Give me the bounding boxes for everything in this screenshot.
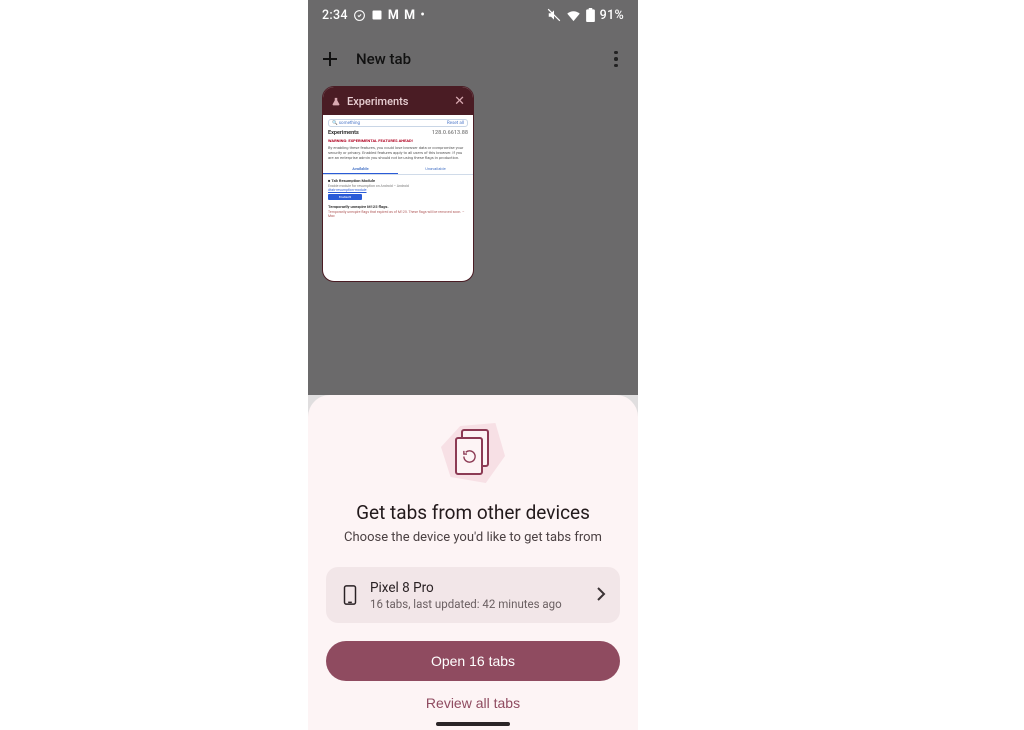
tab-thumbnail: 🔍 something Reset all Experiments 128.0.… <box>323 115 473 222</box>
flask-icon <box>331 92 341 111</box>
review-tabs-button[interactable]: Review all tabs <box>426 695 520 711</box>
tab-title: Experiments <box>347 95 448 108</box>
chevron-right-icon <box>596 586 606 605</box>
restore-tabs-illustration <box>441 423 505 483</box>
status-clock-icon <box>353 9 366 22</box>
new-tab-icon[interactable] <box>318 47 342 71</box>
status-battery-pct: 91% <box>600 8 624 23</box>
more-menu-icon[interactable] <box>604 51 628 68</box>
device-row[interactable]: Pixel 8 Pro 16 tabs, last updated: 42 mi… <box>326 567 620 623</box>
status-gmail-icon: M <box>388 8 399 23</box>
restore-icon <box>462 449 477 464</box>
status-time: 2:34 <box>322 8 348 23</box>
status-wifi-icon <box>566 8 581 23</box>
device-meta: 16 tabs, last updated: 42 minutes ago <box>370 597 596 611</box>
open-tabs-button[interactable]: Open 16 tabs <box>326 641 620 681</box>
status-app-icon <box>371 9 383 21</box>
sheet-subtitle: Choose the device you'd like to get tabs… <box>344 530 602 545</box>
tabs-from-devices-sheet: Get tabs from other devices Choose the d… <box>308 395 638 730</box>
tab-card[interactable]: Experiments ✕ 🔍 something Reset all Expe… <box>322 86 474 282</box>
sheet-title: Get tabs from other devices <box>356 501 590 524</box>
gesture-bar <box>436 722 510 726</box>
status-battery-icon <box>586 8 595 22</box>
status-bar: 2:34 M M • 91% <box>308 0 638 30</box>
device-name: Pixel 8 Pro <box>370 580 596 596</box>
phone-icon <box>336 584 364 606</box>
status-gmail-icon-2: M <box>404 8 415 23</box>
status-overflow-icon: • <box>420 8 425 23</box>
toolbar-title: New tab <box>356 50 411 68</box>
close-tab-icon[interactable]: ✕ <box>454 95 465 108</box>
status-mute-icon <box>547 8 561 22</box>
